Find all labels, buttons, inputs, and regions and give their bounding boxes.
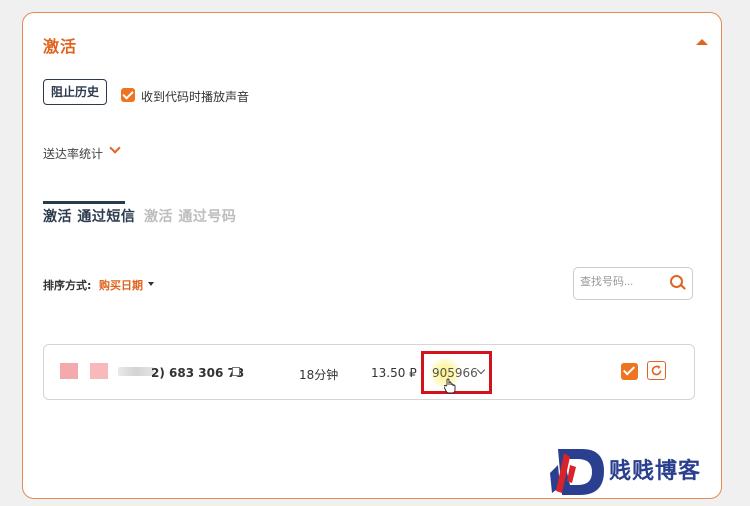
- phone-number: 2) 683 306 73: [151, 366, 245, 380]
- search-icon[interactable]: [670, 275, 686, 291]
- activation-card: 激活 阻止历史 收到代码时播放声音 送达率统计 激活 通过短信 激活 通过号码 …: [22, 12, 722, 499]
- delivery-stats-toggle[interactable]: 送达率统计: [43, 145, 103, 162]
- play-sound-checkbox[interactable]: [121, 88, 135, 102]
- refresh-button[interactable]: [647, 361, 666, 380]
- caret-down-icon[interactable]: [148, 282, 154, 286]
- sort-select[interactable]: 购买日期: [99, 277, 143, 293]
- redacted-block: [90, 363, 108, 379]
- play-sound-label: 收到代码时播放声音: [141, 90, 250, 104]
- redacted-block: [60, 363, 78, 379]
- block-history-button[interactable]: 阻止历史: [43, 79, 107, 105]
- activation-row: 2) 683 306 73 18分钟 13.50 ₽ 905966: [43, 344, 695, 400]
- hand-cursor-icon: [444, 378, 456, 394]
- card-title: 激活: [43, 37, 78, 56]
- chevron-down-icon[interactable]: [109, 142, 121, 154]
- watermark-text: 贱贱博客: [609, 459, 702, 484]
- complete-checkbox[interactable]: [621, 363, 638, 380]
- refresh-icon: [651, 365, 662, 376]
- sms-code-dropdown[interactable]: 905966: [421, 351, 492, 394]
- remaining-time: 18分钟: [299, 368, 339, 382]
- watermark: 贱贱博客: [548, 447, 744, 497]
- blog-logo-icon: [550, 449, 604, 495]
- search-input[interactable]: [580, 276, 662, 288]
- tab-activation-number[interactable]: 激活 通过号码: [144, 206, 236, 226]
- copy-icon[interactable]: [230, 365, 240, 376]
- collapse-toggle-icon[interactable]: [695, 37, 709, 49]
- chevron-down-icon[interactable]: [476, 365, 486, 375]
- sort-label: 排序方式:: [43, 279, 92, 292]
- redacted-block: [118, 367, 154, 376]
- search-box: [573, 267, 693, 300]
- price: 13.50 ₽: [371, 366, 417, 380]
- tab-activation-sms[interactable]: 激活 通过短信: [43, 201, 135, 226]
